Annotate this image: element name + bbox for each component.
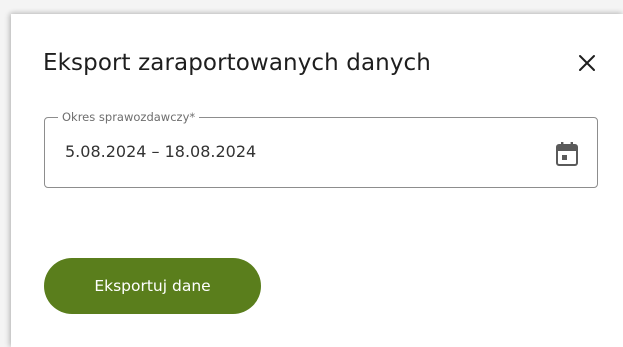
calendar-icon bbox=[556, 142, 578, 166]
export-data-button[interactable]: Eksportuj dane bbox=[44, 258, 261, 314]
reporting-period-label: Okres sprawozdawczy* bbox=[58, 110, 200, 124]
close-icon bbox=[579, 55, 595, 71]
dialog-title: Eksport zaraportowanych danych bbox=[43, 50, 431, 76]
calendar-button[interactable] bbox=[553, 140, 581, 168]
close-button[interactable] bbox=[574, 50, 600, 76]
reporting-period-field[interactable]: Okres sprawozdawczy* 5.08.2024 – 18.08.2… bbox=[44, 110, 598, 188]
reporting-period-value[interactable]: 5.08.2024 – 18.08.2024 bbox=[65, 142, 256, 162]
export-dialog: Eksport zaraportowanych danych Okres spr… bbox=[11, 14, 623, 347]
